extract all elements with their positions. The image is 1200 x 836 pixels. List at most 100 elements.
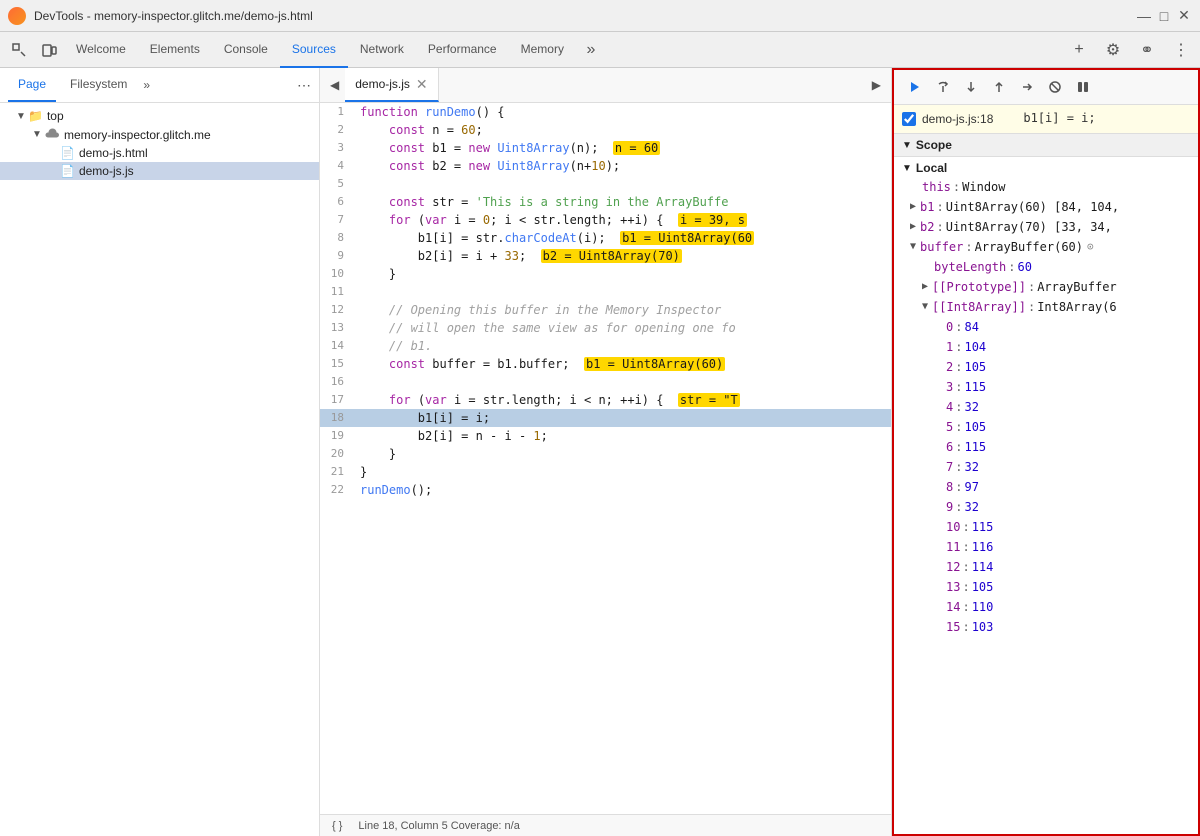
scope-prototype[interactable]: ▶ [[Prototype]] : ArrayBuffer <box>894 277 1198 297</box>
tree-item-glitch[interactable]: ▼ memory-inspector.glitch.me <box>0 125 319 144</box>
scope-idx-15[interactable]: 15 : 103 <box>894 617 1198 637</box>
b1-expand-icon[interactable]: ▶ <box>910 198 916 216</box>
scope-idx-7[interactable]: 7 : 32 <box>894 457 1198 477</box>
tab-elements[interactable]: Elements <box>138 32 212 68</box>
tab-prev-button[interactable]: ◀ <box>324 74 345 96</box>
minimize-button[interactable]: — <box>1136 9 1152 23</box>
window-controls: — □ ✕ <box>1136 9 1192 23</box>
scope-idx-8[interactable]: 8 : 97 <box>894 477 1198 497</box>
code-line-7: 7 for (var i = 0; i < str.length; ++i) {… <box>320 211 891 229</box>
more-tabs-icon[interactable]: » <box>576 35 606 65</box>
add-tab-button[interactable]: + <box>1064 35 1094 65</box>
b2-expand-icon[interactable]: ▶ <box>910 218 916 236</box>
sidebar-tabs: Page Filesystem » ⋯ <box>0 68 319 103</box>
more-menu-icon[interactable]: ⋮ <box>1166 35 1196 65</box>
window-title: DevTools - memory-inspector.glitch.me/de… <box>34 9 1128 23</box>
scope-local-section: ▼ Local this : Window ▶ b1 : Uint8Array(… <box>894 157 1198 639</box>
tree-arrow-glitch: ▼ <box>32 129 44 140</box>
scope-idx-1[interactable]: 1 : 104 <box>894 337 1198 357</box>
code-line-22: 22 runDemo(); <box>320 481 891 499</box>
close-button[interactable]: ✕ <box>1176 9 1192 23</box>
scope-idx-6[interactable]: 6 : 115 <box>894 437 1198 457</box>
code-line-18: 18 b1[i] = i; <box>320 409 891 427</box>
scope-idx-14[interactable]: 14 : 110 <box>894 597 1198 617</box>
code-line-11: 11 <box>320 283 891 301</box>
main-container: Page Filesystem » ⋯ ▼ 📁 top ▼ memory-ins… <box>0 68 1200 836</box>
tab-welcome[interactable]: Welcome <box>64 32 138 68</box>
sidebar-tab-filesystem[interactable]: Filesystem <box>60 68 137 102</box>
settings-icon[interactable]: ⚙ <box>1098 35 1128 65</box>
code-line-5: 5 <box>320 175 891 193</box>
device-toolbar-icon[interactable] <box>34 35 64 65</box>
resume-button[interactable] <box>902 74 928 100</box>
scope-idx-11[interactable]: 11 : 116 <box>894 537 1198 557</box>
breakpoint-label: demo-js.js:18 <box>922 112 993 126</box>
tab-performance[interactable]: Performance <box>416 32 509 68</box>
code-line-20: 20 } <box>320 445 891 463</box>
deactivate-breakpoints-button[interactable] <box>1042 74 1068 100</box>
code-panel: ◀ demo-js.js ✕ ▶ 1 function runDemo() { … <box>320 68 892 836</box>
scope-idx-2[interactable]: 2 : 105 <box>894 357 1198 377</box>
memory-inspector-icon[interactable]: ⊙ <box>1087 238 1094 256</box>
tab-close-button[interactable]: ✕ <box>416 76 428 93</box>
scope-idx-9[interactable]: 9 : 32 <box>894 497 1198 517</box>
code-tab-demo-js[interactable]: demo-js.js ✕ <box>345 68 438 102</box>
cloud-icon <box>44 127 60 142</box>
step-out-button[interactable] <box>986 74 1012 100</box>
dont-pause-button[interactable] <box>1070 74 1096 100</box>
code-line-16: 16 <box>320 373 891 391</box>
scope-idx-5[interactable]: 5 : 105 <box>894 417 1198 437</box>
code-content[interactable]: 1 function runDemo() { 2 const n = 60; 3… <box>320 103 891 814</box>
step-over-button[interactable] <box>930 74 956 100</box>
scope-local-header[interactable]: ▼ Local <box>894 159 1198 177</box>
sidebar-tab-page[interactable]: Page <box>8 68 56 102</box>
file-icon-js: 📄 <box>60 164 75 178</box>
right-panel: demo-js.js:18 b1[i] = i; ▼ Scope ▼ Local… <box>892 68 1200 836</box>
code-line-4: 4 const b2 = new Uint8Array(n+10); <box>320 157 891 175</box>
code-line-2: 2 const n = 60; <box>320 121 891 139</box>
breakpoint-checkbox[interactable] <box>902 112 916 126</box>
maximize-button[interactable]: □ <box>1156 9 1172 23</box>
scope-buffer[interactable]: ▼ buffer : ArrayBuffer(60) ⊙ <box>894 237 1198 257</box>
int8array-expand-icon[interactable]: ▼ <box>922 298 928 316</box>
code-tabs: ◀ demo-js.js ✕ ▶ <box>320 68 891 103</box>
scope-b1[interactable]: ▶ b1 : Uint8Array(60) [84, 104, <box>894 197 1198 217</box>
scope-local-title: Local <box>916 161 947 175</box>
sidebar-menu-button[interactable]: ⋯ <box>297 77 311 94</box>
scope-b2[interactable]: ▶ b2 : Uint8Array(70) [33, 34, <box>894 217 1198 237</box>
tab-memory[interactable]: Memory <box>509 32 576 68</box>
prototype-expand-icon[interactable]: ▶ <box>922 278 928 296</box>
tab-network[interactable]: Network <box>348 32 416 68</box>
file-icon-html: 📄 <box>60 146 75 160</box>
scope-idx-12[interactable]: 12 : 114 <box>894 557 1198 577</box>
step-button[interactable] <box>1014 74 1040 100</box>
scope-idx-13[interactable]: 13 : 105 <box>894 577 1198 597</box>
inspect-element-icon[interactable] <box>4 35 34 65</box>
app-icon <box>8 7 26 25</box>
tree-item-demo-js[interactable]: ▶ 📄 demo-js.js <box>0 162 319 180</box>
scope-idx-3[interactable]: 3 : 115 <box>894 377 1198 397</box>
nav-bar: Welcome Elements Console Sources Network… <box>0 32 1200 68</box>
scope-int8array[interactable]: ▼ [[Int8Array]] : Int8Array(6 <box>894 297 1198 317</box>
scope-idx-4[interactable]: 4 : 32 <box>894 397 1198 417</box>
tab-next-button[interactable]: ▶ <box>866 74 887 96</box>
tree-item-demo-html[interactable]: ▶ 📄 demo-js.html <box>0 144 319 162</box>
scope-idx-0[interactable]: 0 : 84 <box>894 317 1198 337</box>
sidebar-more-icon[interactable]: » <box>143 78 150 92</box>
breakpoint-code: b1[i] = i; <box>999 109 1103 129</box>
scope-this[interactable]: this : Window <box>894 177 1198 197</box>
code-line-13: 13 // will open the same view as for ope… <box>320 319 891 337</box>
scope-header[interactable]: ▼ Scope <box>894 134 1198 157</box>
buffer-expand-icon[interactable]: ▼ <box>910 238 916 256</box>
breakpoint-section: demo-js.js:18 b1[i] = i; <box>894 105 1198 134</box>
tree-item-top[interactable]: ▼ 📁 top <box>0 107 319 125</box>
code-line-9: 9 b2[i] = i + 33; b2 = Uint8Array(70) <box>320 247 891 265</box>
step-into-button[interactable] <box>958 74 984 100</box>
code-line-17: 17 for (var i = str.length; i < n; ++i) … <box>320 391 891 409</box>
scope-bytelength[interactable]: byteLength : 60 <box>894 257 1198 277</box>
tab-sources[interactable]: Sources <box>280 32 348 68</box>
nav-right: + ⚙ ⚭ ⋮ <box>1064 35 1196 65</box>
remote-devices-icon[interactable]: ⚭ <box>1132 35 1162 65</box>
tab-console[interactable]: Console <box>212 32 280 68</box>
scope-idx-10[interactable]: 10 : 115 <box>894 517 1198 537</box>
